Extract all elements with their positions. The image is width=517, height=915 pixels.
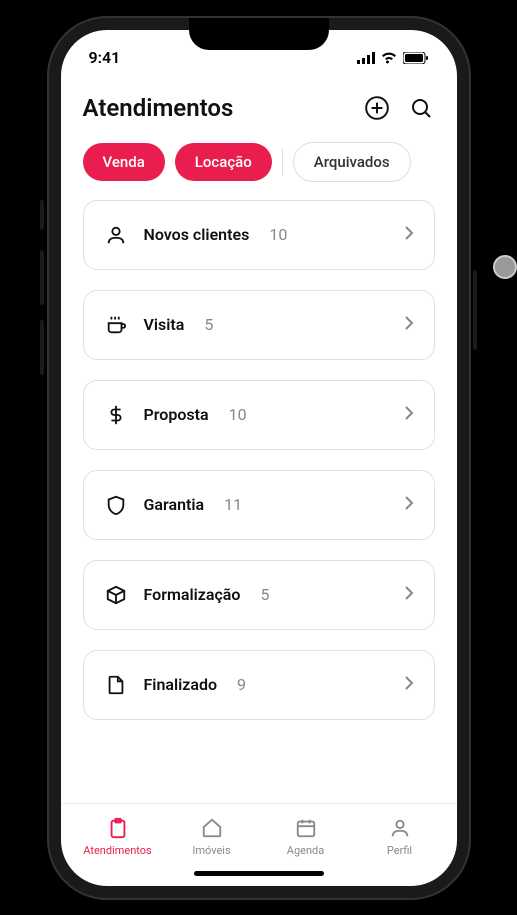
stage-count: 11: [224, 495, 242, 514]
search-icon: [409, 96, 433, 120]
nav-label: Perfil: [387, 844, 412, 857]
calendar-icon: [294, 816, 318, 840]
stage-label: Novos clientes: [144, 225, 250, 244]
stage-count: 5: [204, 315, 213, 334]
file-icon: [104, 673, 128, 697]
dollar-icon: [104, 403, 128, 427]
stage-label: Proposta: [144, 405, 209, 424]
stage-count: 5: [260, 585, 269, 604]
nav-agenda[interactable]: Agenda: [259, 816, 353, 857]
stage-formalizacao[interactable]: Formalização 5: [83, 560, 435, 630]
shield-icon: [104, 493, 128, 517]
filter-row: Venda Locação Arquivados: [61, 134, 457, 200]
chevron-right-icon: [404, 585, 414, 605]
stage-finalizado[interactable]: Finalizado 9: [83, 650, 435, 720]
chip-divider: [282, 148, 283, 176]
nav-perfil[interactable]: Perfil: [353, 816, 447, 857]
stage-label: Finalizado: [144, 675, 218, 694]
filter-chip-locacao[interactable]: Locação: [175, 143, 272, 181]
stage-visita[interactable]: Visita 5: [83, 290, 435, 360]
chevron-right-icon: [404, 495, 414, 515]
status-time: 9:41: [89, 48, 121, 67]
nav-label: Imóveis: [192, 844, 230, 857]
stage-count: 9: [237, 675, 246, 694]
nav-imoveis[interactable]: Imóveis: [165, 816, 259, 857]
bottom-nav: Atendimentos Imóveis Agenda Perfil: [61, 803, 457, 863]
filter-chip-arquivados[interactable]: Arquivados: [293, 142, 411, 182]
search-button[interactable]: [407, 94, 435, 122]
stage-novos-clientes[interactable]: Novos clientes 10: [83, 200, 435, 270]
plus-circle-icon: [364, 95, 390, 121]
chevron-right-icon: [404, 315, 414, 335]
phone-screen: 9:41 Atendimentos Venda Locação Ar: [61, 30, 457, 886]
stage-count: 10: [269, 225, 287, 244]
battery-icon: [403, 52, 429, 64]
nav-label: Agenda: [287, 844, 324, 857]
nav-atendimentos[interactable]: Atendimentos: [71, 816, 165, 857]
chevron-right-icon: [404, 225, 414, 245]
box-icon: [104, 583, 128, 607]
stage-label: Visita: [144, 315, 185, 334]
stage-count: 10: [229, 405, 247, 424]
wifi-icon: [381, 52, 397, 64]
phone-frame: 9:41 Atendimentos Venda Locação Ar: [49, 18, 469, 898]
home-indicator[interactable]: [194, 871, 324, 876]
clipboard-icon: [106, 816, 130, 840]
header-actions: [363, 94, 435, 122]
status-icons: [357, 52, 429, 64]
stage-garantia[interactable]: Garantia 11: [83, 470, 435, 540]
chevron-right-icon: [404, 405, 414, 425]
person-icon: [104, 223, 128, 247]
notch: [189, 18, 329, 50]
stage-list: Novos clientes 10 Visita 5: [61, 200, 457, 803]
stage-proposta[interactable]: Proposta 10: [83, 380, 435, 450]
home-icon: [200, 816, 224, 840]
stage-label: Garantia: [144, 495, 205, 514]
profile-icon: [388, 816, 412, 840]
header: Atendimentos: [61, 78, 457, 134]
chevron-right-icon: [404, 675, 414, 695]
filter-chip-venda[interactable]: Venda: [83, 143, 165, 181]
coffee-icon: [104, 313, 128, 337]
cellular-icon: [357, 52, 375, 64]
nav-label: Atendimentos: [83, 844, 151, 857]
page-title: Atendimentos: [83, 94, 234, 122]
stage-label: Formalização: [144, 585, 241, 604]
add-button[interactable]: [363, 94, 391, 122]
